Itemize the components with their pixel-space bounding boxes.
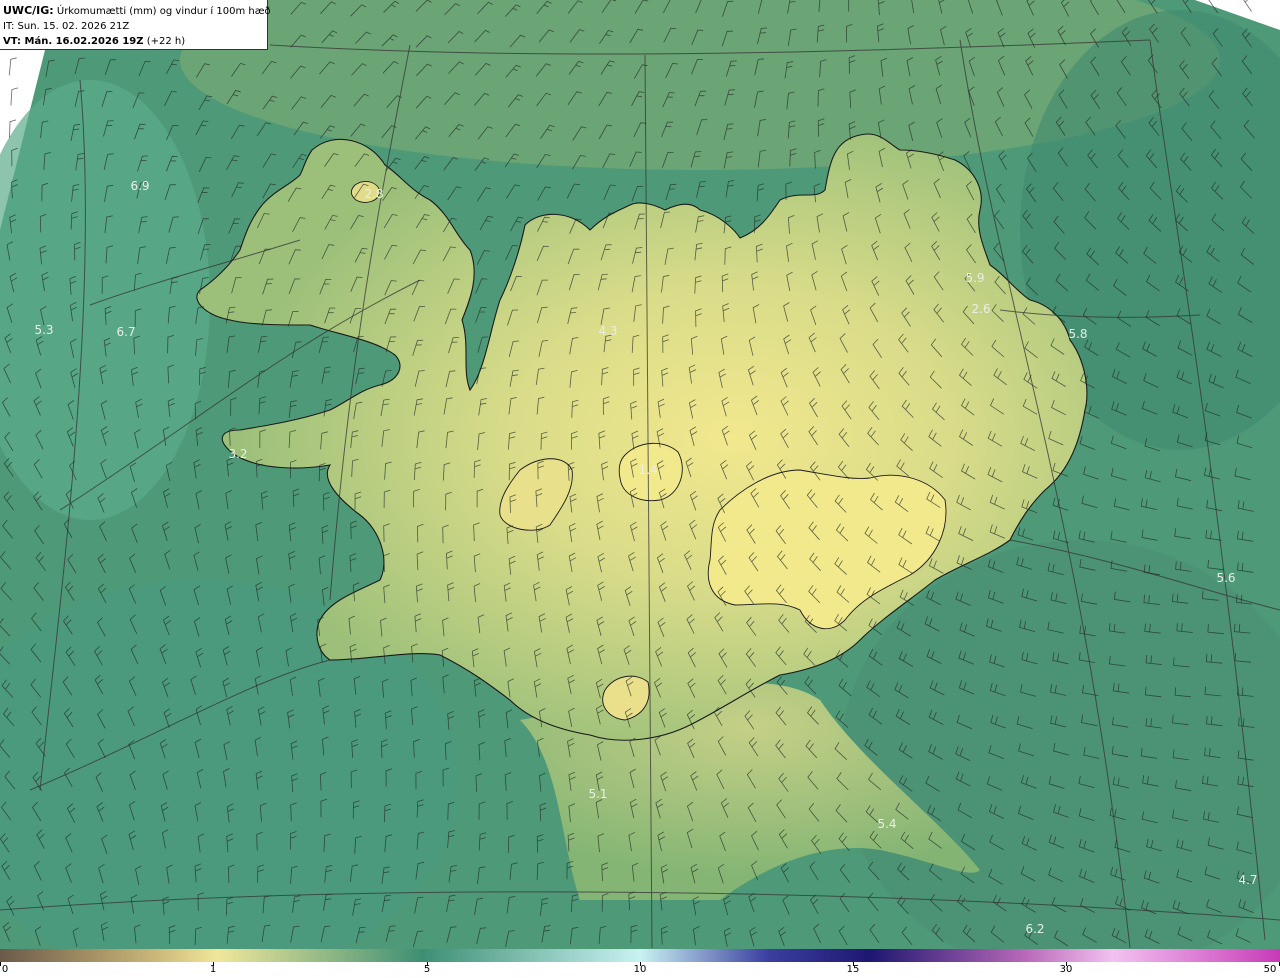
title-row: UWC/IG: Úrkomumætti (mm) og vindur í 100… (3, 3, 271, 19)
lead-time: (+22 h) (146, 36, 186, 47)
value-label: 6.2 (1025, 922, 1044, 936)
colorbar-label: 10 (633, 964, 647, 975)
value-label: 5.9 (965, 271, 984, 285)
value-label: 4.3 (598, 324, 617, 338)
init-time: IT: Sun. 15. 02. 2026 21Z (3, 21, 130, 32)
value-label: 6.7 (116, 325, 135, 339)
value-label: 5.1 (588, 787, 607, 801)
product-code: UWC/IG: (3, 4, 54, 17)
colorbar-label: 15 (846, 964, 860, 975)
map-info-box: UWC/IG: Úrkomumætti (mm) og vindur í 100… (0, 0, 271, 50)
precipitable-water-map: 6.9 2.8 5.3 6.7 4.3 5.9 2.6 5.8 3.2 1.4 … (0, 0, 1280, 949)
value-label: 4.7 (1238, 873, 1257, 887)
value-label: 6.9 (130, 179, 149, 193)
value-label: 3.2 (228, 447, 247, 461)
colorbar-label: 0 (1, 964, 9, 975)
colorbar-label: 50 (1263, 964, 1277, 975)
valid-time: VT: Mán. 16.02.2026 19Z (3, 36, 144, 47)
value-label: 5.3 (34, 323, 53, 337)
value-label: 5.8 (1068, 327, 1087, 341)
valid-time-row: VT: Mán. 16.02.2026 19Z (+22 h) (3, 34, 264, 49)
value-label: 2.6 (971, 302, 990, 316)
colorbar-gradient (0, 949, 1280, 962)
value-label: 5.6 (1216, 571, 1235, 585)
map-title: Úrkomumætti (mm) og vindur í 100m hæð (56, 6, 271, 17)
colorbar-label: 5 (423, 964, 431, 975)
colorbar-label: 30 (1059, 964, 1073, 975)
colorbar-label: 1 (209, 964, 217, 975)
value-label: 2.8 (364, 187, 383, 201)
colorbar: 0 1 5 10 15 30 50 (0, 949, 1280, 978)
weather-map: 6.9 2.8 5.3 6.7 4.3 5.9 2.6 5.8 3.2 1.4 … (0, 0, 1280, 978)
value-label: 1.4 (638, 463, 657, 477)
value-label: 5.4 (877, 817, 896, 831)
